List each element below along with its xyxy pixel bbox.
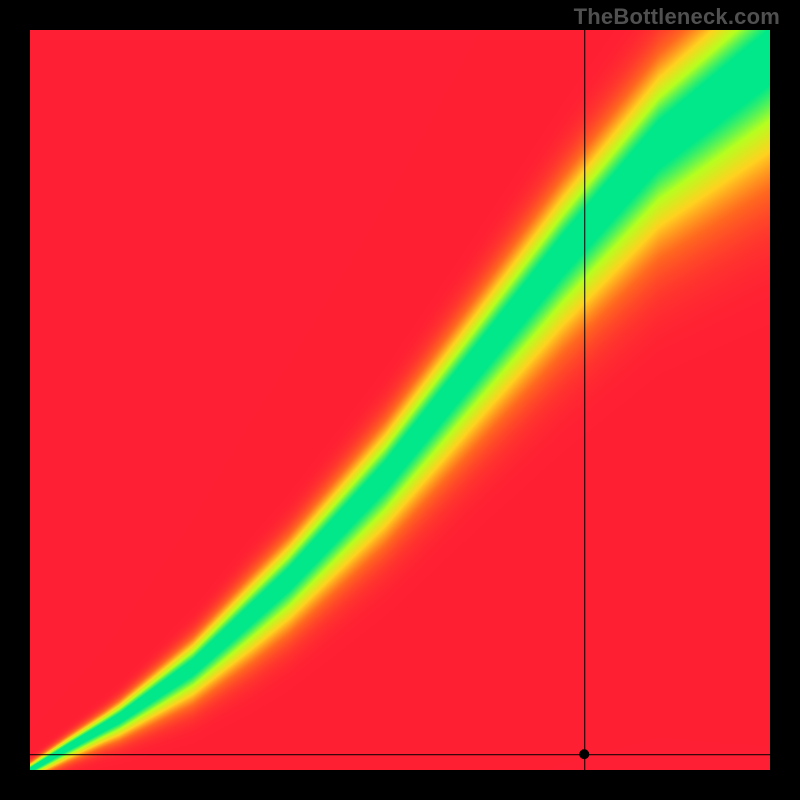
bottleneck-heatmap [30,30,770,770]
attribution-text: TheBottleneck.com [574,4,780,30]
chart-frame: TheBottleneck.com [0,0,800,800]
